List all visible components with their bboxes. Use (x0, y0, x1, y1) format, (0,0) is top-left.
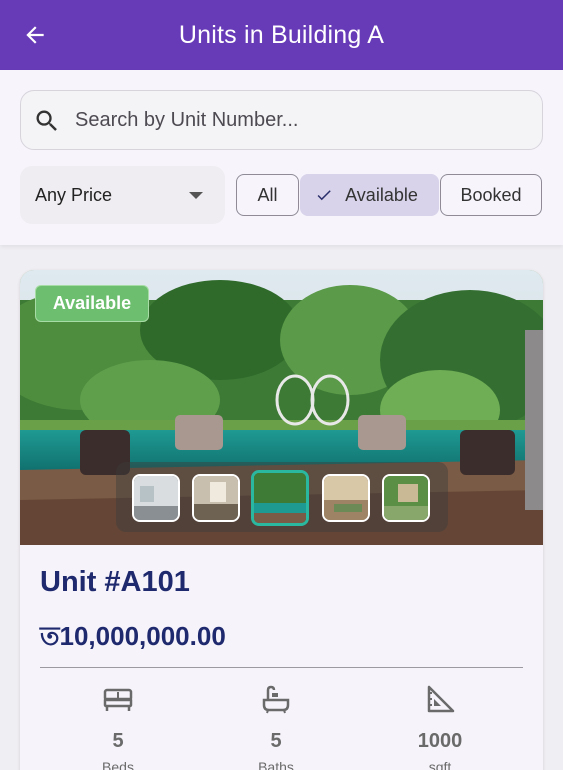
thumbnail-2[interactable] (192, 474, 240, 522)
stat-value: 5 (112, 730, 124, 752)
dropdown-caret-icon (189, 192, 203, 199)
divider (40, 667, 523, 668)
unit-photo: Available (20, 270, 543, 545)
unit-title: Unit #A101 (40, 566, 190, 598)
filter-chip-label: All (257, 184, 278, 205)
check-icon (317, 190, 331, 201)
search-box[interactable] (20, 90, 543, 150)
stat-sqft: 1000 sqft (380, 684, 500, 770)
bed-icon (103, 688, 133, 711)
ruler-square-icon (427, 685, 455, 713)
thumbnail-1[interactable] (132, 474, 180, 522)
back-button[interactable] (20, 20, 50, 50)
filter-chip-booked[interactable]: Booked (440, 174, 542, 216)
app-bar: Units in Building A (0, 0, 563, 70)
price-dropdown[interactable]: Any Price (20, 166, 225, 224)
stat-beds: 5 Beds (58, 684, 178, 770)
page-title: Units in Building A (178, 20, 385, 49)
filter-chip-available[interactable]: Available (300, 174, 439, 216)
filter-chip-label: Booked (460, 184, 522, 205)
stat-label: sqft (428, 759, 452, 770)
thumbnail-5[interactable] (382, 474, 430, 522)
stat-label: Baths (258, 759, 294, 770)
search-input[interactable] (75, 91, 515, 149)
stat-baths: 5 Baths (216, 684, 336, 770)
thumbnail-4[interactable] (322, 474, 370, 522)
filter-chip-label: Available (345, 184, 418, 205)
filter-panel: Any Price All Available Booked (0, 70, 563, 245)
thumbnail-3[interactable] (251, 470, 309, 526)
filter-chip-all[interactable]: All (236, 174, 299, 216)
arrow-back-icon (26, 26, 44, 44)
thumbnail-strip (116, 462, 448, 532)
unit-price: ত10,000,000.00 (40, 621, 226, 651)
bathtub-icon (262, 685, 290, 714)
status-badge: Available (35, 285, 149, 322)
stat-value: 1000 (417, 730, 463, 752)
stat-value: 5 (270, 730, 282, 752)
search-icon (36, 110, 57, 131)
unit-card[interactable]: Available Unit #A101 ত10,000,000.00 5 Be… (20, 270, 543, 770)
stat-label: Beds (102, 759, 134, 770)
price-dropdown-value: Any Price (35, 184, 113, 205)
